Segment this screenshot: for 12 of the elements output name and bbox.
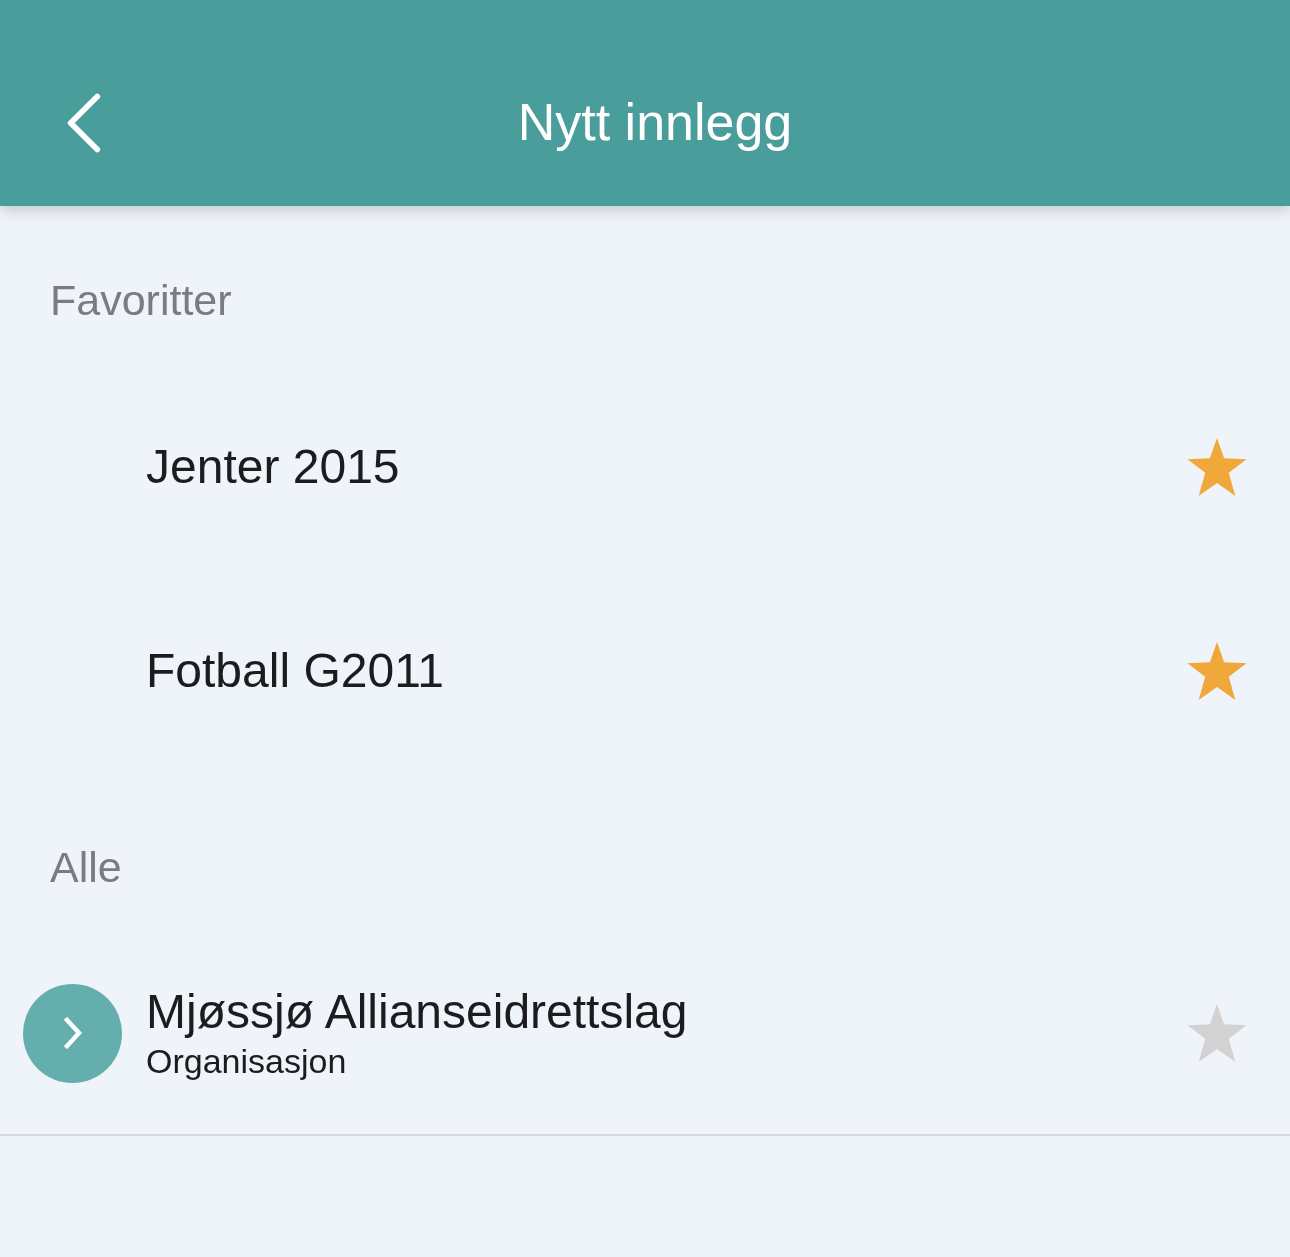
list-item-title[interactable]: Mjøssjø Allianseidrettslag	[146, 984, 688, 1040]
list-item-title[interactable]: Jenter 2015	[146, 439, 400, 495]
section-header: Alle	[50, 843, 122, 891]
star-icon[interactable]	[1187, 1004, 1247, 1062]
chevron-right-icon	[62, 1017, 83, 1049]
star-icon[interactable]	[1187, 438, 1247, 496]
section-header: Favoritter	[50, 276, 232, 324]
list-item-subtitle: Organisasjon	[146, 1041, 347, 1082]
screen-title: Nytt innlegg	[517, 92, 793, 152]
star-icon[interactable]	[1187, 642, 1247, 700]
back-chevron-icon	[65, 92, 103, 154]
list-item-title[interactable]: Fotball G2011	[146, 643, 444, 699]
